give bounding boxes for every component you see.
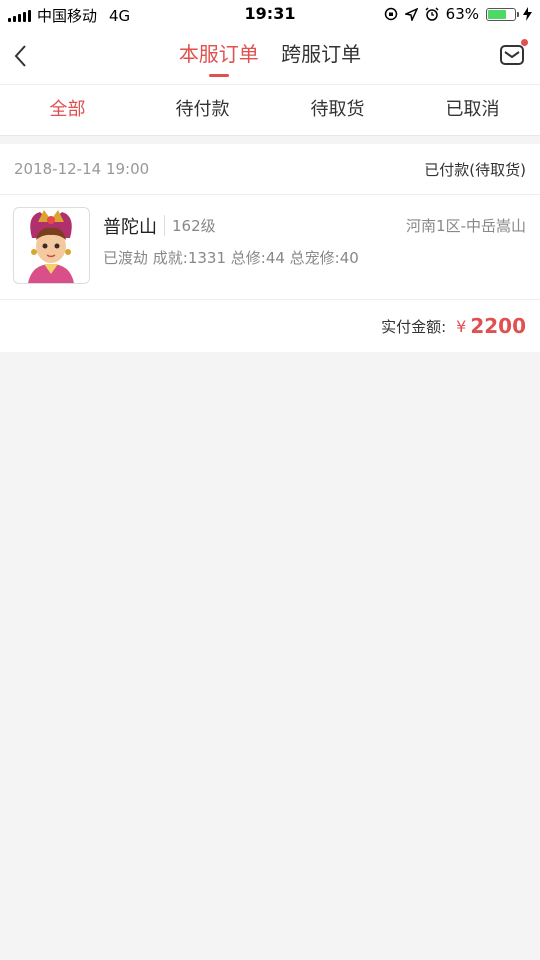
character-level: 162级 [164, 215, 216, 236]
status-bar: 中国移动 4G 19:31 63% [0, 0, 540, 28]
character-stats: 已渡劫 成就:1331 总修:44 总宠修:40 [103, 249, 359, 267]
tab-cross-server-orders[interactable]: 跨服订单 [281, 38, 361, 77]
order-footer: 实付金额: ¥ 2200 [0, 300, 540, 352]
filter-pending-pickup[interactable]: 待取货 [270, 85, 405, 135]
order-body: 普陀山 162级 河南1区-中岳嵩山 已渡劫 成就:1331 总修:44 总宠修… [0, 195, 540, 300]
location-icon [404, 7, 418, 21]
rotation-lock-icon [384, 7, 397, 21]
order-scope-tabs: 本服订单 跨服订单 [0, 38, 540, 77]
currency-symbol: ¥ [456, 316, 467, 336]
battery-percent: 63% [445, 5, 479, 23]
mail-icon [500, 45, 524, 65]
status-filter-tabs: 全部 待付款 待取货 已取消 [0, 85, 540, 136]
character-avatar [13, 207, 90, 284]
unread-dot [521, 39, 528, 46]
order-date: 2018-12-14 19:00 [14, 160, 150, 178]
tab-local-orders[interactable]: 本服订单 [179, 38, 259, 77]
order-header: 2018-12-14 19:00 已付款(待取货) [0, 144, 540, 195]
character-portrait-icon [28, 210, 74, 283]
filter-all[interactable]: 全部 [0, 85, 135, 135]
paid-amount-label: 实付金额: [381, 317, 447, 336]
battery-icon [486, 7, 519, 21]
alarm-icon [425, 7, 439, 21]
nav-bar: 本服订单 跨服订单 [0, 28, 540, 85]
message-button[interactable] [499, 39, 528, 68]
charging-bolt-icon [523, 7, 532, 21]
filter-cancelled[interactable]: 已取消 [405, 85, 540, 135]
filter-pending-payment[interactable]: 待付款 [135, 85, 270, 135]
character-name: 普陀山 [103, 217, 157, 238]
server-name: 河南1区-中岳嵩山 [406, 217, 526, 235]
order-status: 已付款(待取货) [424, 160, 526, 179]
paid-amount: 2200 [470, 314, 526, 338]
order-card[interactable]: 2018-12-14 19:00 已付款(待取货) 普陀山 162级 河南1区-… [0, 144, 540, 352]
